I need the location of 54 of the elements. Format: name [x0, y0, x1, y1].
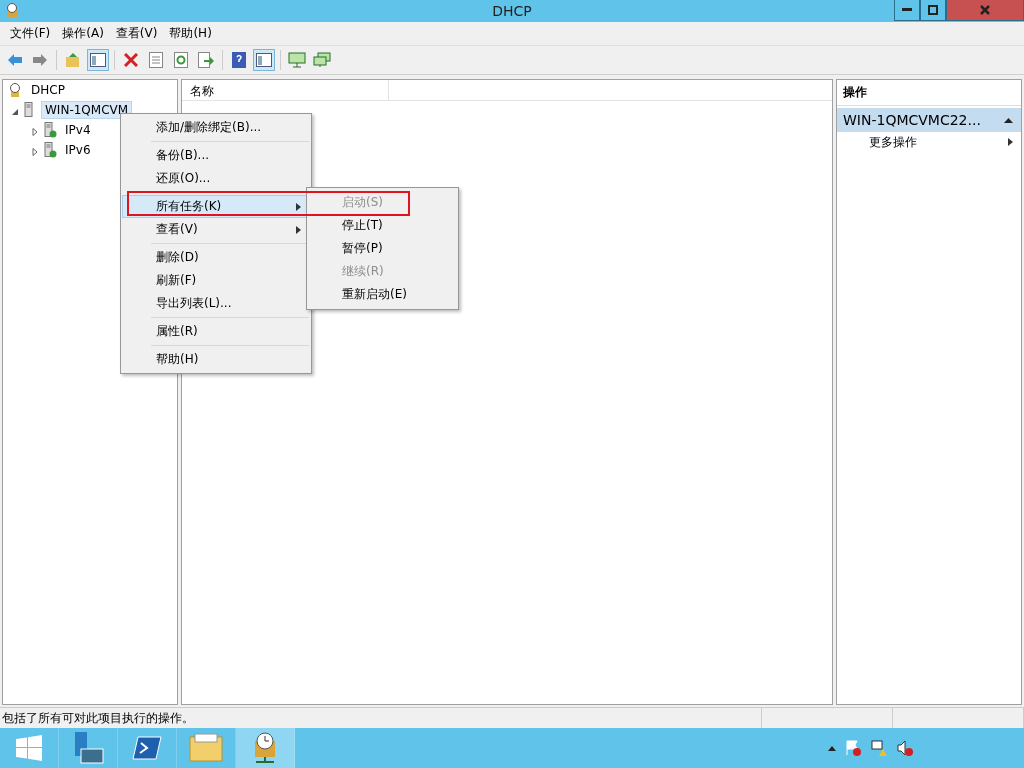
actions-section-header[interactable]: WIN-1QMCVMC22... [837, 108, 1021, 132]
menu-item[interactable]: 查看(V) [109, 25, 164, 42]
submenu-arrow-icon [296, 225, 301, 234]
action-item[interactable]: 更多操作 [837, 132, 1021, 152]
actions-title: 操作 [837, 80, 1021, 106]
pane-icon[interactable] [87, 49, 109, 71]
context-menu-item[interactable]: 删除(D) [122, 246, 310, 269]
close-icon [980, 5, 990, 15]
clock-trophy-icon [7, 82, 23, 98]
app-icon [4, 2, 20, 20]
caret-up-icon[interactable] [828, 745, 836, 751]
restore-icon [928, 5, 938, 15]
windows-logo-icon [16, 735, 42, 761]
export-icon[interactable] [195, 49, 217, 71]
context-menu-item[interactable]: 还原(O)... [122, 167, 310, 190]
column-header[interactable]: 名称 [182, 80, 389, 100]
collapse-arrow-icon [1004, 117, 1013, 123]
server-check-icon [43, 142, 57, 158]
pane-icon[interactable] [253, 49, 275, 71]
submenu-item[interactable]: 暂停(P) [308, 237, 457, 260]
close-button[interactable] [946, 0, 1024, 21]
window-title: DHCP [491, 3, 533, 19]
terminal-icon [132, 735, 162, 761]
context-menu-item[interactable]: 添加/删除绑定(B)... [122, 116, 310, 139]
expand-arrow-icon[interactable] [31, 127, 39, 136]
expand-arrow-icon[interactable] [31, 147, 39, 156]
server-check-icon [43, 122, 57, 138]
menu-item[interactable]: 帮助(H) [163, 25, 218, 42]
menu-item[interactable]: 文件(F) [4, 25, 57, 42]
monitor-icon[interactable] [286, 49, 308, 71]
speaker-icon[interactable] [896, 739, 914, 757]
tree-item[interactable]: DHCP [27, 81, 69, 99]
minimize-button[interactable] [894, 0, 920, 21]
submenu-arrow-icon [296, 202, 301, 211]
context-menu-item[interactable]: 备份(B)... [122, 144, 310, 167]
tree-item[interactable]: IPv4 [61, 121, 95, 139]
flag-icon[interactable] [844, 739, 862, 757]
minimize-icon [902, 8, 912, 12]
submenu-item[interactable]: 停止(T) [308, 214, 457, 237]
context-menu-item[interactable]: 查看(V) [122, 218, 310, 241]
context-menu-item[interactable]: 导出列表(L)... [122, 292, 310, 315]
submenu-arrow-icon [1008, 138, 1013, 146]
submenu-item[interactable]: 重新启动(E) [308, 283, 457, 306]
tree-item[interactable]: WIN-1QMCVM [41, 101, 133, 119]
restore-button[interactable] [920, 0, 946, 21]
context-menu-item[interactable]: 刷新(F) [122, 269, 310, 292]
tree-item[interactable]: IPv6 [61, 141, 95, 159]
context-menu-item[interactable]: 属性(R) [122, 320, 310, 343]
collapse-arrow-icon[interactable] [11, 107, 19, 116]
taskbar-button[interactable] [236, 728, 295, 768]
folder-icon [189, 733, 223, 763]
context-menu-item[interactable]: 帮助(H) [122, 348, 310, 371]
network-icon[interactable] [870, 739, 888, 757]
menu-item[interactable]: 操作(A) [56, 25, 110, 42]
